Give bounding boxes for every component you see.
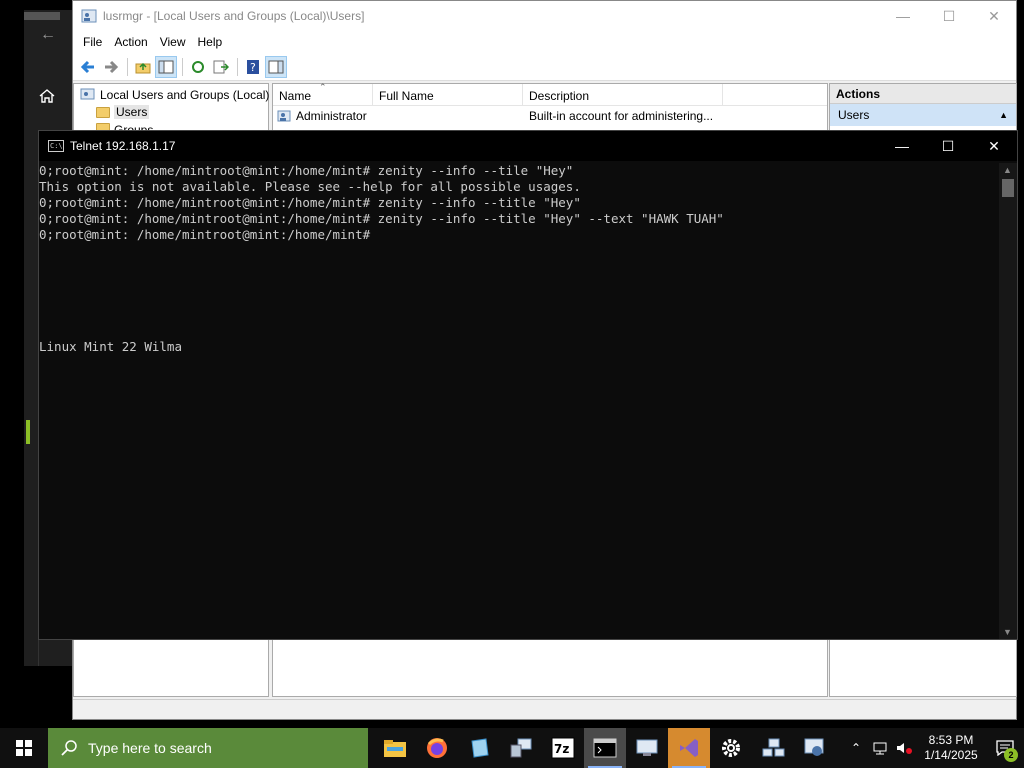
- notification-count-badge: 2: [1004, 748, 1018, 762]
- forward-arrow-icon[interactable]: [100, 56, 122, 78]
- network-icon[interactable]: [868, 741, 892, 755]
- tab-strip: [24, 12, 60, 20]
- back-arrow-icon[interactable]: ←: [40, 26, 56, 44]
- tree-root-label: Local Users and Groups (Local): [100, 88, 270, 102]
- show-action-pane-icon[interactable]: [265, 55, 287, 78]
- notepad-icon[interactable]: [458, 728, 500, 768]
- menu-action[interactable]: Action: [108, 35, 153, 49]
- console-line: 0;root@mint: /home/mintroot@mint:/home/m…: [39, 195, 581, 210]
- collapse-triangle-icon[interactable]: ▲: [999, 110, 1008, 120]
- export-list-icon[interactable]: [210, 56, 232, 78]
- file-explorer-icon[interactable]: [374, 728, 416, 768]
- users-app-icon: [81, 9, 97, 23]
- tree-item-label: Users: [114, 105, 150, 119]
- console-line: This option is not available. Please see…: [39, 179, 581, 194]
- folder-icon: [96, 106, 110, 118]
- menu-help[interactable]: Help: [192, 35, 229, 49]
- console-line: 0;root@mint: /home/mintroot@mint:/home/m…: [39, 211, 724, 226]
- tree-root[interactable]: Local Users and Groups (Local): [80, 88, 269, 102]
- console-line: Linux Mint 22 Wilma: [39, 339, 182, 354]
- tree-item-users[interactable]: Users: [96, 105, 150, 119]
- svg-text:7z: 7z: [554, 742, 569, 756]
- back-arrow-icon[interactable]: [77, 56, 99, 78]
- svg-text:?: ?: [250, 61, 256, 74]
- menu-file[interactable]: File: [77, 35, 108, 49]
- sort-ascending-icon: ⌃: [319, 82, 327, 92]
- telnet-titlebar[interactable]: C:\ Telnet 192.168.1.17 — ☐ ✕: [39, 131, 1017, 161]
- cell-name: Administrator: [273, 109, 373, 123]
- menu-bar: File Action View Help: [73, 31, 1016, 53]
- scroll-down-icon[interactable]: ▼: [1003, 627, 1012, 637]
- network-computer-icon[interactable]: [500, 728, 542, 768]
- system-tray: ⌃ 8:53 PM 1/14/2025 2: [844, 728, 1024, 768]
- console-line: 0;root@mint: /home/mintroot@mint:/home/m…: [39, 163, 574, 178]
- up-folder-icon[interactable]: [132, 56, 154, 78]
- scroll-up-icon[interactable]: ▲: [1003, 165, 1012, 175]
- actions-header: Actions: [830, 84, 1016, 104]
- user-name: Administrator: [296, 109, 367, 123]
- console-icon[interactable]: [584, 728, 626, 768]
- clock[interactable]: 8:53 PM 1/14/2025: [916, 733, 986, 763]
- remote-desktop-icon[interactable]: [626, 728, 668, 768]
- selection-indicator: [26, 420, 30, 444]
- actions-section-label: Users: [838, 108, 870, 122]
- lusrmgr-titlebar[interactable]: lusrmgr - [Local Users and Groups (Local…: [73, 1, 1016, 31]
- close-button[interactable]: ✕: [971, 131, 1017, 161]
- taskbar: Type here to search 7z ⌃ 8:53 PM 1/14/20…: [0, 728, 1024, 768]
- toolbar: ?: [73, 53, 1016, 81]
- refresh-icon[interactable]: [187, 56, 209, 78]
- maximize-button[interactable]: ☐: [926, 1, 972, 31]
- search-icon: [61, 740, 77, 756]
- list-header: ⌃ Name Full Name Description: [273, 82, 827, 106]
- computer-management-icon[interactable]: [794, 728, 836, 768]
- close-button[interactable]: ✕: [971, 1, 1017, 31]
- actions-section-users[interactable]: Users ▲: [830, 104, 1016, 126]
- clock-date: 1/14/2025: [924, 748, 978, 762]
- computer-users-icon: [80, 88, 95, 100]
- clock-time: 8:53 PM: [928, 733, 974, 747]
- firefox-icon[interactable]: [416, 728, 458, 768]
- 7zip-icon[interactable]: 7z: [542, 728, 584, 768]
- background-window-edge: [38, 640, 74, 666]
- menu-view[interactable]: View: [154, 35, 192, 49]
- visual-studio-icon[interactable]: [668, 728, 710, 768]
- user-account-icon: [277, 110, 291, 122]
- taskbar-search[interactable]: Type here to search: [48, 728, 368, 768]
- chevron-up-icon[interactable]: ⌃: [844, 741, 868, 755]
- telnet-title: Telnet 192.168.1.17: [70, 139, 176, 153]
- cell-description: Built-in account for administering...: [529, 109, 714, 123]
- minimize-button[interactable]: —: [879, 131, 925, 161]
- column-full-name[interactable]: Full Name: [373, 84, 523, 105]
- settings-gear-icon[interactable]: [710, 728, 752, 768]
- table-row[interactable]: Administrator Built-in account for admin…: [273, 106, 827, 126]
- help-icon[interactable]: ?: [242, 56, 264, 78]
- lusrmgr-title: lusrmgr - [Local Users and Groups (Local…: [103, 9, 365, 23]
- minimize-button[interactable]: —: [880, 1, 926, 31]
- show-hide-tree-icon[interactable]: [155, 55, 177, 78]
- start-button[interactable]: [0, 728, 48, 768]
- notification-center-button[interactable]: 2: [986, 728, 1024, 768]
- windows-logo-icon: [16, 740, 32, 756]
- scroll-thumb[interactable]: [1002, 179, 1014, 197]
- maximize-button[interactable]: ☐: [925, 131, 971, 161]
- telnet-window: C:\ Telnet 192.168.1.17 — ☐ ✕ 0;root@min…: [38, 130, 1018, 640]
- network-admin-icon[interactable]: [752, 728, 794, 768]
- console-scrollbar[interactable]: ▲ ▼: [999, 163, 1017, 639]
- console-output[interactable]: 0;root@mint: /home/mintroot@mint:/home/m…: [39, 163, 997, 639]
- home-icon[interactable]: [38, 88, 56, 107]
- column-description[interactable]: Description: [523, 84, 723, 105]
- status-bar: [73, 699, 1016, 719]
- console-icon: C:\: [48, 140, 64, 152]
- console-line: 0;root@mint: /home/mintroot@mint:/home/m…: [39, 227, 371, 242]
- search-placeholder: Type here to search: [88, 740, 212, 756]
- volume-muted-icon[interactable]: [892, 741, 916, 755]
